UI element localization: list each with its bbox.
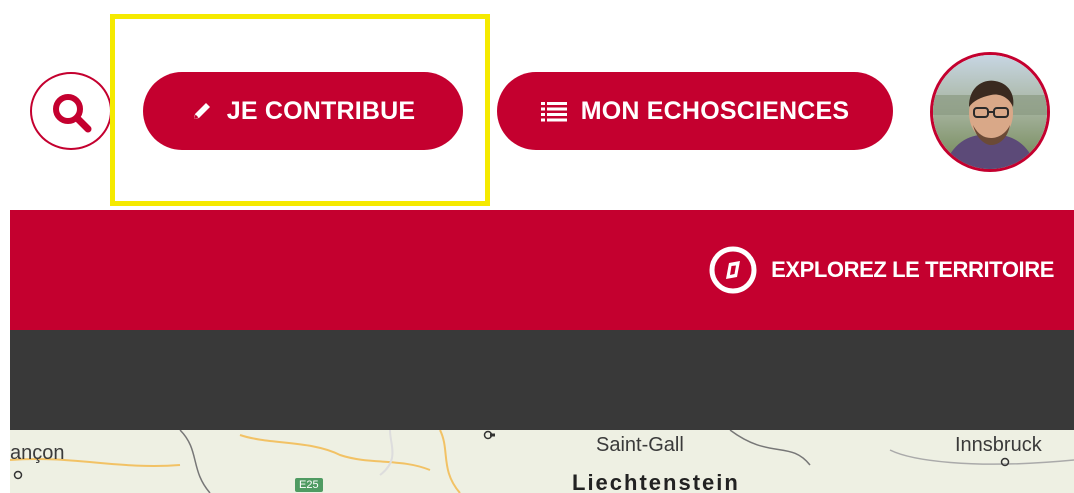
contribute-button[interactable]: JE CONTRIBUE	[143, 72, 463, 150]
my-echosciences-button[interactable]: MON ECHOSCIENCES	[497, 72, 893, 150]
map-label-liechtenstein: Liechtenstein	[572, 470, 740, 493]
explore-territory-link[interactable]: EXPLOREZ LE TERRITOIRE	[709, 246, 1054, 294]
search-icon	[53, 94, 92, 133]
contribute-label: JE CONTRIBUE	[226, 96, 416, 125]
my-echosciences-label: MON ECHOSCIENCES	[580, 96, 850, 125]
explore-territory-label: EXPLOREZ LE TERRITOIRE	[771, 257, 1054, 282]
compass-icon	[709, 246, 757, 294]
map[interactable]: ançon Saint-Gall Innsbruck Liechtenstein…	[10, 430, 1074, 493]
top-header: JE CONTRIBUE MON ECHOSCIENCES	[0, 0, 1074, 210]
map-label-besancon: ançon	[10, 442, 65, 464]
list-icon	[540, 100, 567, 122]
road-badge-e25: E25	[295, 478, 323, 492]
pencil-icon	[191, 100, 213, 122]
map-label-saint-gall: Saint-Gall	[596, 434, 684, 456]
dark-bar	[10, 330, 1074, 430]
map-label-innsbruck: Innsbruck	[955, 434, 1042, 456]
search-button[interactable]	[30, 72, 112, 150]
explore-bar: EXPLOREZ LE TERRITOIRE	[10, 210, 1074, 330]
user-avatar[interactable]	[930, 52, 1050, 172]
